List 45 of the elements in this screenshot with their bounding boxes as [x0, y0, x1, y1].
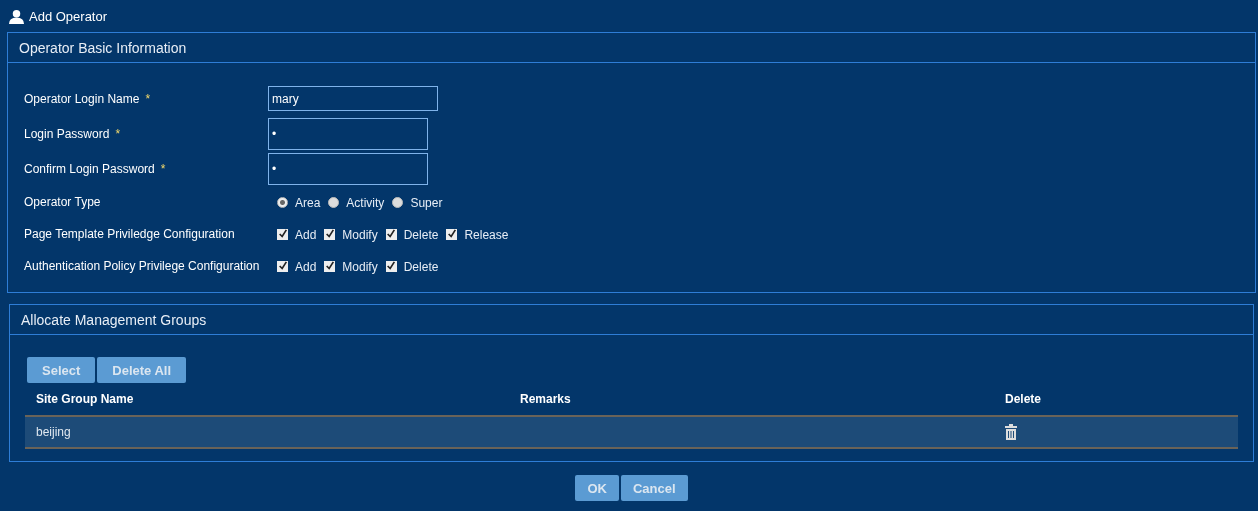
checkbox[interactable]	[446, 228, 458, 240]
input-field[interactable]: •	[268, 152, 428, 185]
dialog-button[interactable]: OK	[575, 475, 619, 501]
input-field[interactable]: mary	[268, 86, 438, 111]
column-header: Delete	[1005, 392, 1043, 406]
checkbox[interactable]	[324, 260, 336, 272]
radio-button[interactable]	[328, 196, 340, 208]
radio-button[interactable]	[392, 196, 404, 208]
field-label: Authentication Policy Privilege Configuration	[24, 259, 260, 273]
option-label: Release	[464, 228, 509, 242]
panel-title: Operator Basic Information	[19, 39, 187, 56]
checkbox[interactable]	[385, 228, 397, 240]
required-mark: *	[145, 91, 151, 106]
option-label: Area	[295, 196, 321, 210]
user-icon	[9, 8, 24, 24]
column-header: Remarks	[520, 392, 572, 406]
radio-button[interactable]	[277, 196, 288, 208]
option-label: Modify	[342, 228, 378, 242]
table-cell: beijing	[36, 425, 71, 439]
column-header: Site Group Name	[36, 392, 135, 406]
field-label: Operator Login Name	[24, 91, 140, 106]
field-label: Login Password	[24, 126, 110, 141]
option-label: Modify	[342, 260, 378, 274]
action-button[interactable]: Delete All	[97, 357, 187, 383]
dialog-button[interactable]: Cancel	[620, 475, 688, 501]
field-label: Confirm Login Password	[24, 161, 155, 176]
window-title: Add Operator	[29, 8, 108, 24]
required-mark: *	[115, 126, 121, 141]
checkbox[interactable]	[277, 260, 288, 272]
option-label: Add	[295, 228, 317, 242]
action-button[interactable]: Select	[27, 357, 96, 383]
trash-icon[interactable]	[1005, 424, 1017, 440]
required-mark: *	[160, 161, 166, 176]
field-label: Page Template Priviledge Configuration	[24, 227, 235, 241]
option-label: Super	[410, 196, 443, 210]
option-label: Delete	[403, 260, 439, 274]
checkbox[interactable]	[385, 260, 397, 272]
checkbox[interactable]	[277, 228, 288, 240]
panel-title: Allocate Management Groups	[21, 311, 207, 328]
option-label: Add	[295, 260, 317, 274]
input-field[interactable]: •	[268, 117, 428, 150]
option-label: Activity	[346, 196, 385, 210]
option-label: Delete	[403, 228, 439, 242]
field-label: Operator Type	[24, 195, 101, 209]
checkbox[interactable]	[324, 228, 336, 240]
